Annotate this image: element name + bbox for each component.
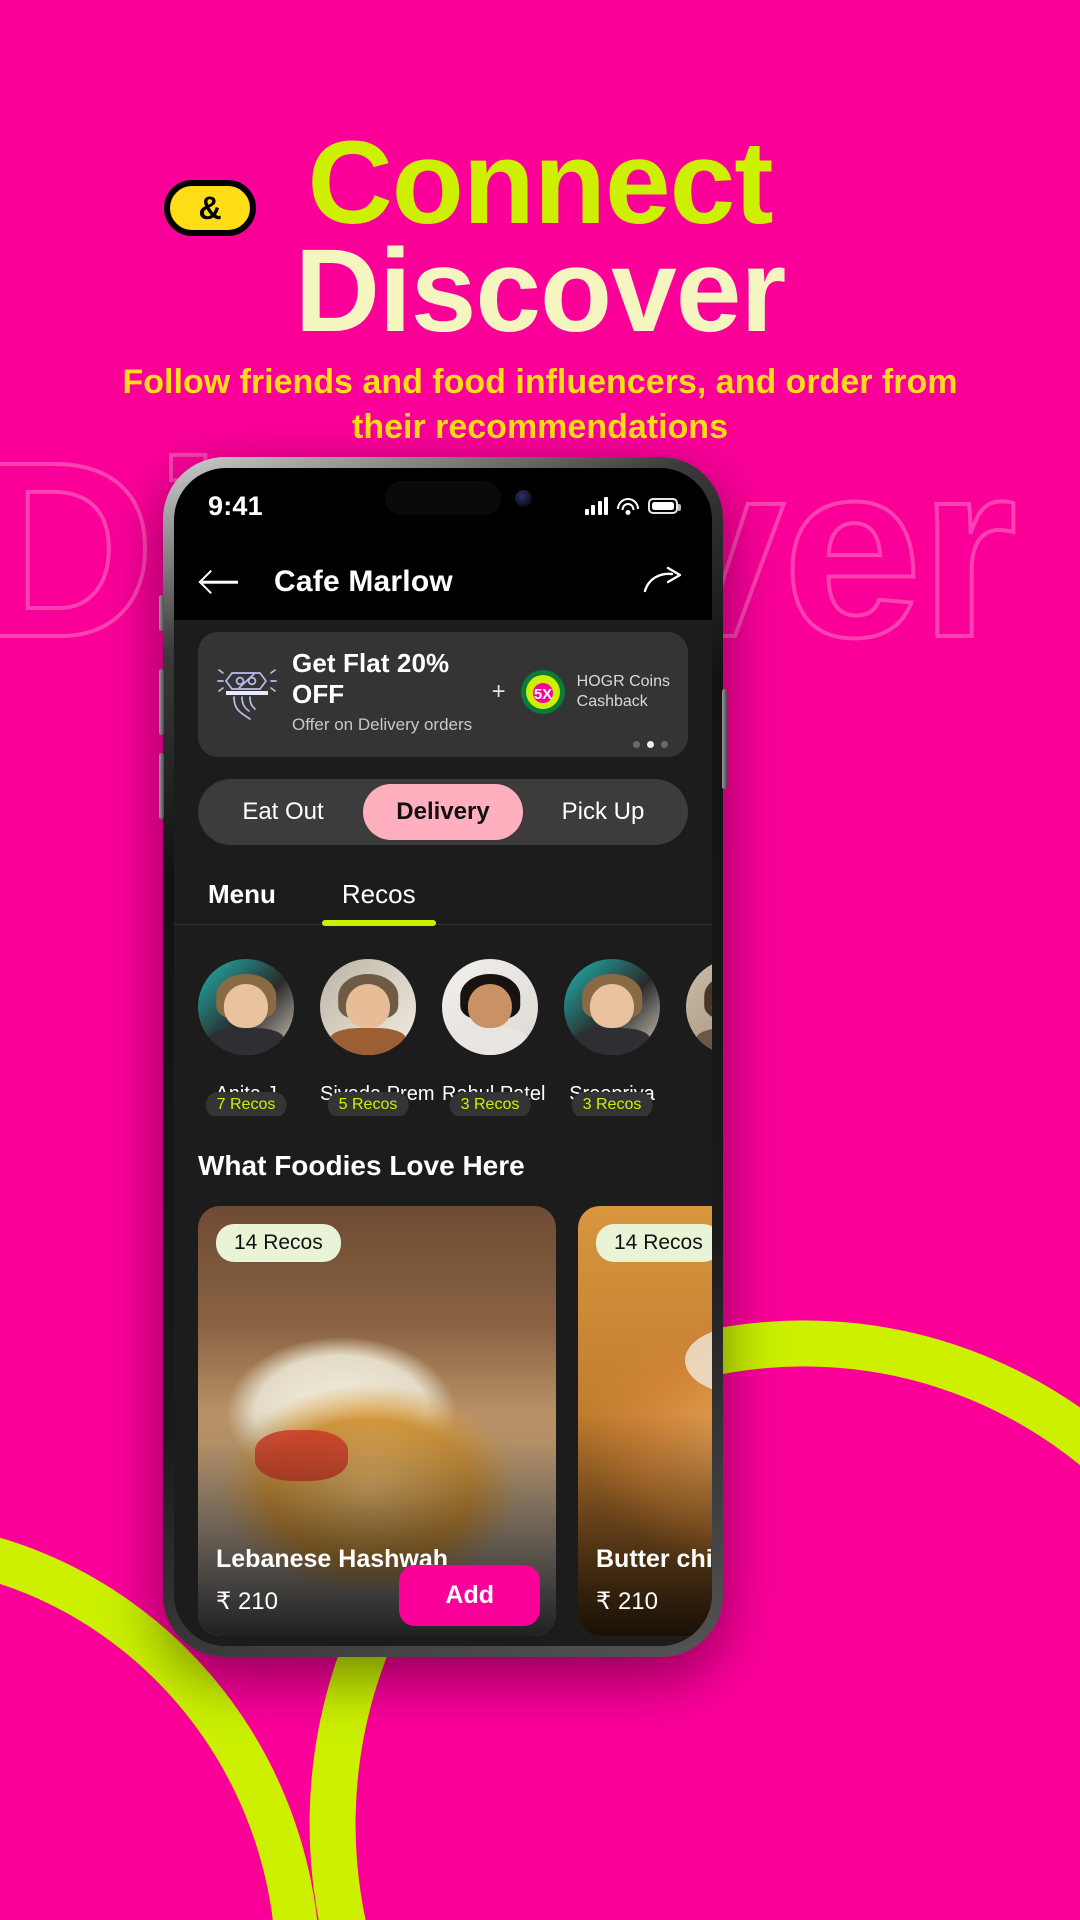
phone-volume-down-button <box>159 753 164 819</box>
tab-recos[interactable]: Recos <box>321 873 436 926</box>
phone-volume-up-button <box>159 669 164 735</box>
influencer-recos-badge: 5 Recos <box>327 1092 409 1116</box>
dish-price: ₹ 210 <box>596 1588 658 1615</box>
offer-carousel-dots[interactable] <box>633 741 668 748</box>
app-nav-bar: Cafe Marlow <box>174 544 712 620</box>
offer-title: Get Flat 20% OFF <box>292 648 450 709</box>
phone-mute-switch <box>159 595 164 631</box>
influencer-item[interactable]: 3 A <box>686 959 712 1106</box>
tab-menu[interactable]: Menu <box>198 873 286 924</box>
add-button[interactable]: Add <box>399 1565 540 1626</box>
dish-name: Butter chicke <box>596 1545 712 1573</box>
offer-text-block: Get Flat 20% OFF Offer on Delivery order… <box>292 648 479 735</box>
content-tabs: Menu Recos <box>174 873 712 926</box>
svg-text:5X: 5X <box>533 686 551 703</box>
avatar-face <box>198 959 294 1055</box>
front-camera-icon <box>515 490 532 507</box>
avatar-face <box>564 959 660 1055</box>
battery-icon <box>648 498 681 514</box>
avatar[interactable] <box>320 959 416 1055</box>
dynamic-island <box>385 481 501 515</box>
offer-subtitle: Offer on Delivery orders <box>292 715 473 734</box>
status-bar-clock: 9:41 <box>208 490 263 521</box>
influencer-recos-badge: 3 Recos <box>449 1092 531 1116</box>
offer-plus-separator: + <box>491 677 506 705</box>
dish-card[interactable]: 14 Recos Lebanese Hashwah ₹ 210 Add <box>198 1206 556 1636</box>
segment-delivery[interactable]: Delivery <box>363 784 523 840</box>
avatar[interactable] <box>198 959 294 1055</box>
influencer-item[interactable]: 3 Recos Rahul Patel <box>442 959 545 1116</box>
app-content: Get Flat 20% OFF Offer on Delivery order… <box>174 620 712 1646</box>
dish-recos-badge: 14 Recos <box>216 1224 341 1262</box>
carousel-dot[interactable] <box>633 741 640 748</box>
phone-screen: 9:41 Cafe Marlow Get Flat 20% OFF Offer … <box>174 468 712 1646</box>
avatar-face <box>442 959 538 1055</box>
avatar[interactable] <box>686 959 712 1055</box>
poster-canvas: Discover Connect & Discover Follow frien… <box>0 0 1080 1920</box>
cellular-bars-icon <box>584 497 608 515</box>
back-arrow-icon[interactable] <box>202 565 248 599</box>
avatar[interactable] <box>564 959 660 1055</box>
dish-card[interactable]: 14 Recos Butter chicke ₹ 210 <box>578 1206 712 1636</box>
page-title: Cafe Marlow <box>274 565 453 598</box>
carousel-dot[interactable] <box>661 741 668 748</box>
cashback-label: HOGR Coins Cashback <box>577 672 670 712</box>
ampersand-badge: & <box>164 180 256 236</box>
influencer-item[interactable]: 5 Recos Sivada Prem <box>320 959 435 1116</box>
hogr-5x-coin-icon: 5X <box>519 668 567 716</box>
offer-banner-wrap: Get Flat 20% OFF Offer on Delivery order… <box>174 620 712 757</box>
section-title-foodies: What Foodies Love Here <box>198 1150 525 1181</box>
headline-block: Connect & Discover <box>0 124 1080 350</box>
carousel-dot-active[interactable] <box>647 741 654 748</box>
avatar-face <box>320 959 416 1055</box>
influencer-strip[interactable]: 7 Recos Anita J 5 Recos <box>174 925 712 1116</box>
cashback-line-1: HOGR Coins <box>576 672 670 690</box>
dish-card-list[interactable]: 14 Recos Lebanese Hashwah ₹ 210 Add 14 R… <box>174 1182 712 1636</box>
segment-pick-up[interactable]: Pick Up <box>523 784 683 840</box>
dish-price: ₹ 210 <box>216 1588 278 1615</box>
influencer-item[interactable]: 7 Recos Anita J <box>198 959 294 1116</box>
influencer-recos-badge: 7 Recos <box>205 1092 287 1116</box>
order-mode-segmented-control[interactable]: Eat Out Delivery Pick Up <box>198 779 688 845</box>
offer-banner[interactable]: Get Flat 20% OFF Offer on Delivery order… <box>198 632 688 757</box>
headline-line-2: Discover <box>294 225 787 357</box>
influencer-item[interactable]: 3 Recos Sreepriya <box>564 959 660 1116</box>
segment-eat-out[interactable]: Eat Out <box>203 784 363 840</box>
avatar[interactable] <box>442 959 538 1055</box>
influencer-recos-badge: 3 Recos <box>571 1092 653 1116</box>
cashback-line-2: Cashback <box>576 692 648 710</box>
poster-subtitle: Follow friends and food influencers, and… <box>122 363 958 446</box>
order-mode-wrap: Eat Out Delivery Pick Up <box>174 757 712 845</box>
headline-line-2-wrap: & Discover <box>0 180 1080 357</box>
status-bar: 9:41 <box>174 468 712 544</box>
wifi-icon <box>617 497 639 515</box>
influencer-name: A <box>686 1083 712 1106</box>
status-bar-indicators <box>584 497 681 515</box>
phone-power-button <box>722 689 727 789</box>
avatar-face <box>686 959 712 1055</box>
share-icon[interactable] <box>642 565 684 599</box>
dish-recos-badge: 14 Recos <box>596 1224 712 1262</box>
phone-mockup: 9:41 Cafe Marlow Get Flat 20% OFF Offer … <box>159 457 727 1657</box>
discount-tag-icon <box>216 661 278 723</box>
